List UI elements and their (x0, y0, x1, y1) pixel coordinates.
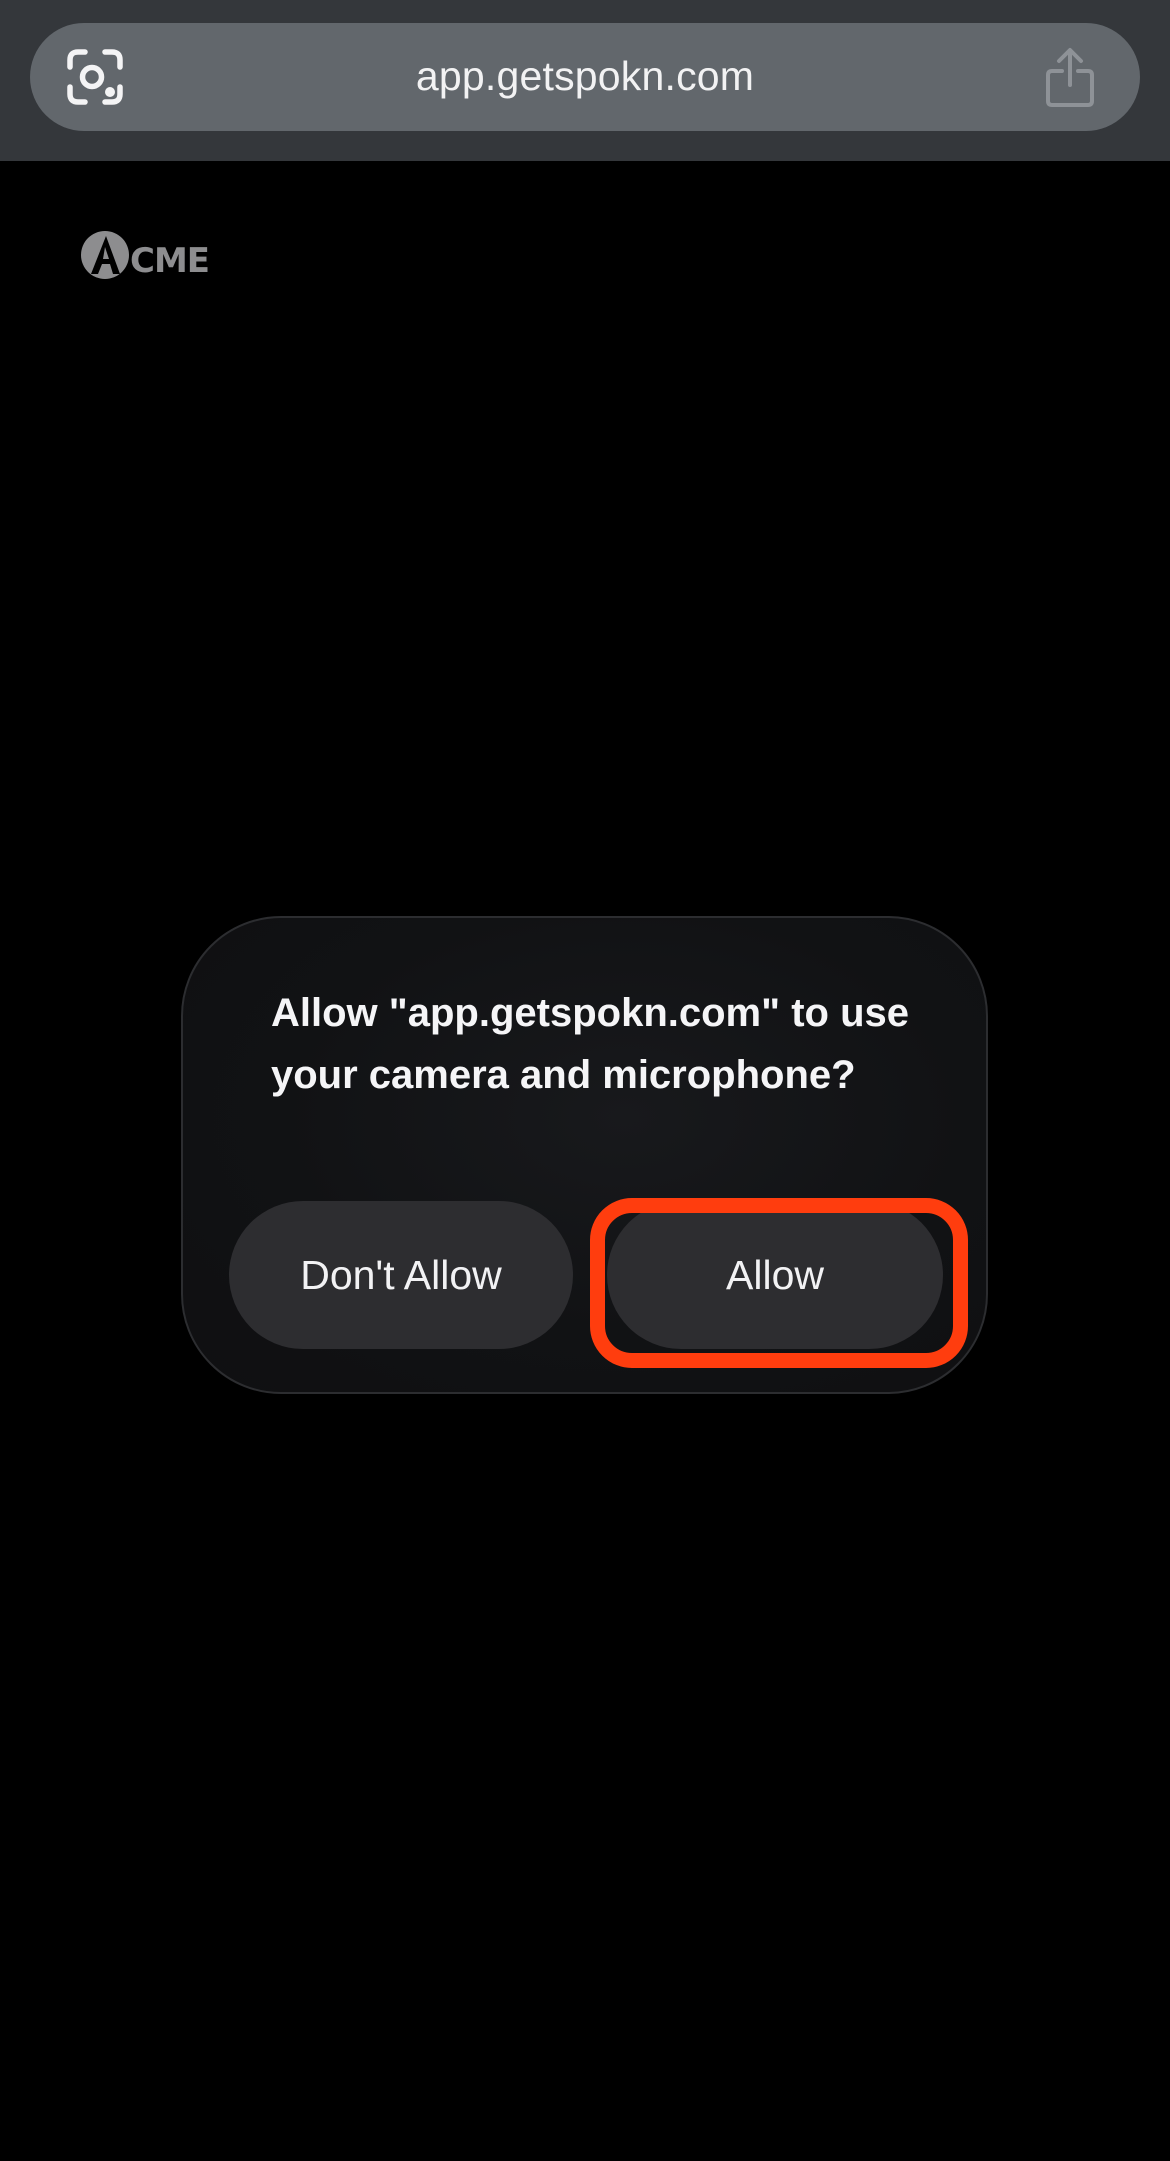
acme-logo: CME (80, 228, 216, 284)
permission-dialog: Allow "app.getspokn.com" to use your cam… (181, 916, 988, 1394)
address-bar[interactable]: app.getspokn.com (30, 23, 1140, 131)
dont-allow-button[interactable]: Don't Allow (229, 1201, 573, 1349)
url-text[interactable]: app.getspokn.com (30, 51, 1140, 101)
browser-toolbar: app.getspokn.com (0, 0, 1170, 161)
share-icon[interactable] (1042, 47, 1098, 109)
svg-text:CME: CME (130, 241, 209, 281)
permission-message: Allow "app.getspokn.com" to use your cam… (271, 991, 909, 1097)
allow-button[interactable]: Allow (607, 1201, 943, 1349)
